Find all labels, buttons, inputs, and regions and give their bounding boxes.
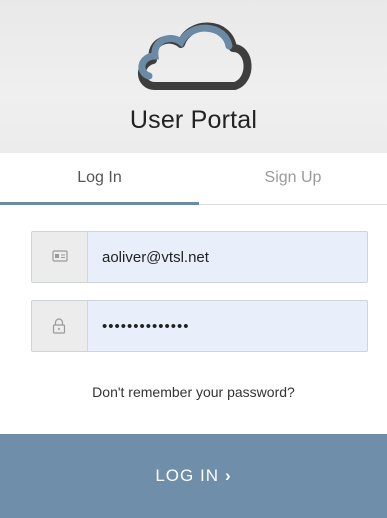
log-in-button[interactable]: LOG IN › xyxy=(0,434,387,518)
tab-sign-up[interactable]: Sign Up xyxy=(199,153,387,203)
email-input[interactable] xyxy=(102,232,357,282)
tab-divider xyxy=(199,204,387,205)
password-input[interactable] xyxy=(102,301,357,351)
email-icon-box xyxy=(32,232,88,282)
email-field xyxy=(31,231,368,283)
auth-tabs: Log In Sign Up xyxy=(0,153,387,205)
forgot-password-link[interactable]: Don't remember your password? xyxy=(0,384,387,400)
active-tab-indicator xyxy=(0,202,199,205)
cloud-logo-icon xyxy=(138,22,252,90)
password-field xyxy=(31,300,368,352)
page-title: User Portal xyxy=(129,106,258,134)
chevron-right-icon: › xyxy=(224,466,232,485)
password-icon-box xyxy=(32,301,88,351)
header: User Portal xyxy=(0,0,387,153)
id-card-icon xyxy=(52,250,68,262)
lock-icon xyxy=(52,318,66,334)
log-in-button-label: LOG IN xyxy=(155,466,219,485)
tab-log-in[interactable]: Log In xyxy=(0,153,199,203)
